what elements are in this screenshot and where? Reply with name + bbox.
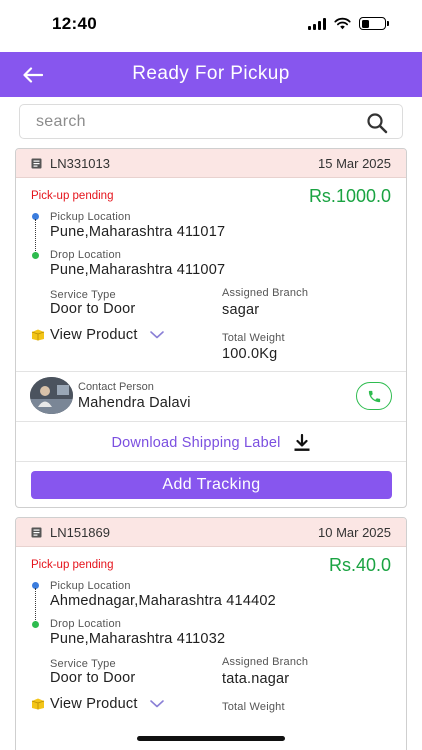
status-icons xyxy=(308,17,389,30)
contact-person-name: Mahendra Dalavi xyxy=(78,395,191,411)
route-line xyxy=(35,219,37,255)
order-date: 15 Mar 2025 xyxy=(318,156,391,171)
order-card[interactable]: LN331013 15 Mar 2025 Pick-up pending Rs.… xyxy=(15,148,407,508)
drop-dot xyxy=(32,252,39,259)
battery-icon xyxy=(359,17,389,30)
divider xyxy=(16,421,406,422)
download-icon xyxy=(294,434,310,451)
wifi-icon xyxy=(334,17,351,30)
status-time: 12:40 xyxy=(52,14,97,33)
order-card-header: LN151869 10 Mar 2025 xyxy=(16,518,406,547)
total-weight-label: Total Weight xyxy=(222,332,285,344)
status-bar: 12:40 xyxy=(0,0,422,52)
order-card[interactable]: LN151869 10 Mar 2025 Pick-up pending Rs.… xyxy=(15,517,407,750)
drop-location-value: Pune,Maharashtra 411007 xyxy=(50,262,226,278)
search-bar xyxy=(19,104,403,139)
box-icon xyxy=(31,329,45,341)
price-prefix: Rs. xyxy=(308,186,336,206)
document-icon xyxy=(31,527,42,538)
total-weight-value: 100.0Kg xyxy=(222,346,278,362)
price-prefix: Rs. xyxy=(328,555,356,575)
order-date: 10 Mar 2025 xyxy=(318,525,391,540)
service-type-value: Door to Door xyxy=(50,301,136,317)
search-icon[interactable] xyxy=(366,112,388,134)
view-product-toggle[interactable]: View Product xyxy=(31,327,165,343)
divider xyxy=(16,371,406,372)
add-tracking-button[interactable]: Add Tracking xyxy=(31,471,392,499)
document-icon xyxy=(31,158,42,169)
pickup-location-value: Ahmednagar,Maharashtra 414402 xyxy=(50,593,276,609)
order-card-header: LN331013 15 Mar 2025 xyxy=(16,149,406,178)
assigned-branch-value: tata.nagar xyxy=(222,671,290,687)
view-product-label: View Product xyxy=(50,696,138,712)
drop-location-value: Pune,Maharashtra 411032 xyxy=(50,631,226,647)
order-price: Rs.40.0 xyxy=(329,555,391,576)
chevron-down-icon xyxy=(149,700,164,708)
avatar-photo xyxy=(30,377,73,414)
service-type-label: Service Type xyxy=(50,289,116,301)
view-product-label: View Product xyxy=(50,327,138,343)
order-status: Pick-up pending xyxy=(31,190,114,202)
service-type-value: Door to Door xyxy=(50,670,136,686)
call-button[interactable] xyxy=(356,382,392,410)
order-price: Rs.1000.0 xyxy=(309,186,391,207)
app-header: Ready For Pickup xyxy=(0,52,422,97)
avatar xyxy=(30,377,73,414)
pickup-location-label: Pickup Location xyxy=(50,211,131,223)
assigned-branch-label: Assigned Branch xyxy=(222,287,309,299)
assigned-branch-label: Assigned Branch xyxy=(222,656,309,668)
view-product-toggle[interactable]: View Product xyxy=(31,696,165,712)
battery-level xyxy=(361,19,370,28)
download-shipping-label: Download Shipping Label xyxy=(111,435,281,451)
price-amount: 1000.0 xyxy=(335,186,391,206)
box-icon xyxy=(31,698,45,710)
drop-dot xyxy=(32,621,39,628)
order-status: Pick-up pending xyxy=(31,559,114,571)
order-id: LN331013 xyxy=(50,156,110,171)
phone-icon xyxy=(368,390,380,402)
total-weight-label: Total Weight xyxy=(222,701,285,713)
chevron-down-icon xyxy=(149,331,164,339)
drop-location-label: Drop Location xyxy=(50,618,122,630)
order-id: LN151869 xyxy=(50,525,110,540)
cellular-signal-icon xyxy=(308,17,326,30)
drop-location-label: Drop Location xyxy=(50,249,122,261)
divider xyxy=(16,461,406,462)
contact-person-label: Contact Person xyxy=(78,381,154,393)
download-shipping-label-button[interactable]: Download Shipping Label xyxy=(16,425,406,461)
route-line xyxy=(35,588,37,624)
search-input[interactable] xyxy=(36,105,356,138)
pickup-location-value: Pune,Maharashtra 411017 xyxy=(50,224,226,240)
pickup-location-label: Pickup Location xyxy=(50,580,131,592)
service-type-label: Service Type xyxy=(50,658,116,670)
assigned-branch-value: sagar xyxy=(222,302,260,318)
price-amount: 40.0 xyxy=(355,555,391,575)
home-indicator[interactable] xyxy=(137,736,285,741)
page-title: Ready For Pickup xyxy=(132,63,290,84)
